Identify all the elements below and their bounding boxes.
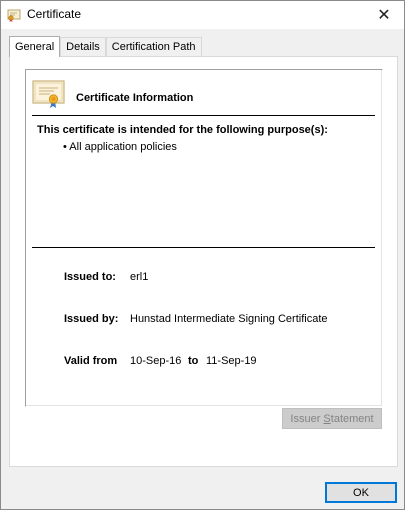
button-label: Issuer <box>290 412 324 425</box>
certificate-dialog: Certificate ✕ General Details Certificat… <box>0 0 405 510</box>
certificate-info-frame: Certificate Information This certificate… <box>25 69 383 407</box>
divider <box>32 115 375 116</box>
issuer-statement-button[interactable]: Issuer Statement <box>282 408 382 429</box>
tab-label: Certification Path <box>111 41 196 53</box>
issued-by-value: Hunstad Intermediate Signing Certificate <box>130 313 328 325</box>
certificate-icon <box>7 8 21 22</box>
issued-by-label: Issued by: <box>64 313 119 325</box>
issued-to-label: Issued to: <box>64 271 116 283</box>
tab-label: General <box>15 41 55 53</box>
button-label-accelerator: S <box>323 412 331 425</box>
purpose-item: • All application policies <box>63 141 177 153</box>
purpose-title: This certificate is intended for the fol… <box>37 124 328 136</box>
title-bar: Certificate ✕ <box>1 1 404 29</box>
certificate-info-heading: Certificate Information <box>76 92 194 104</box>
close-icon: ✕ <box>377 7 391 24</box>
close-button[interactable]: ✕ <box>364 1 404 29</box>
valid-to-value: 11-Sep-19 <box>206 355 257 367</box>
tab-certification-path[interactable]: Certification Path <box>105 37 202 56</box>
general-tab-panel: Certificate Information This certificate… <box>9 56 398 467</box>
valid-from-label: Valid from <box>64 355 118 367</box>
tab-details[interactable]: Details <box>60 37 106 56</box>
ok-button[interactable]: OK <box>325 482 397 503</box>
tab-label: Details <box>66 41 100 53</box>
tab-strip: General Details Certification Path <box>9 36 202 57</box>
issued-to-value: erl1 <box>130 271 149 283</box>
button-label: OK <box>353 486 369 499</box>
valid-from-value: 10-Sep-16 <box>130 355 182 367</box>
certificate-icon <box>32 79 66 109</box>
button-label: tatement <box>330 412 374 425</box>
valid-to-label: to <box>188 355 199 367</box>
divider <box>32 247 375 248</box>
tab-general[interactable]: General <box>9 36 61 57</box>
window-title: Certificate <box>27 7 82 21</box>
